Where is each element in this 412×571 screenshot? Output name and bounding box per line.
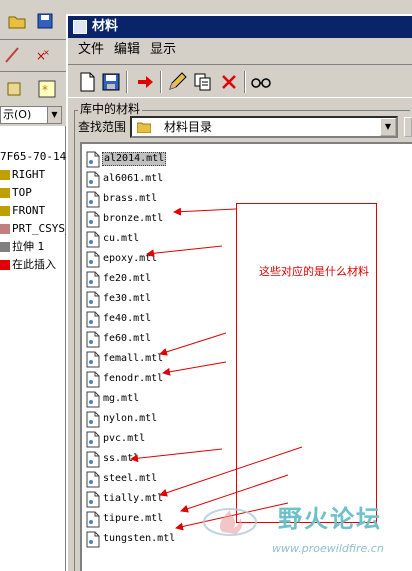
model-tree: 7F65-70-14B RIGHT TOP FRONT PRT_CSYS_ 拉伸… [0,126,73,571]
display-dropdown-label: 示(O) [3,108,32,121]
extrude-icon [0,242,10,252]
coordinate-system-icon [0,224,10,234]
datum-plane-icon [0,206,10,216]
file-item-label: fe40.mtl [103,313,152,324]
file-item-label: steel.mtl [103,473,158,484]
file-document-icon [86,471,100,488]
screenshot: × × * 示(O) ▼ 7F65-70-14B RIGHT TOP FRONT … [0,0,412,571]
file-item-label: ss.mtl [103,453,140,464]
svg-text:×: × [43,48,50,57]
save-icon[interactable] [36,12,54,30]
file-document-icon [86,311,100,328]
file-item-label: fe30.mtl [103,293,152,304]
datum-point-icon[interactable]: ×× [34,46,52,64]
chevron-down-icon[interactable]: ▼ [47,107,61,123]
datum-plane-icon[interactable] [4,46,22,64]
file-document-icon [86,151,100,168]
file-item-label: femall.mtl [103,353,164,364]
look-in-label: 查找范围 [78,120,127,134]
datum-plane-icon [0,170,10,180]
display-dropdown[interactable]: 示(O) ▼ [0,106,62,124]
file-item-label: brass.mtl [103,193,158,204]
file-item-label: tungsten.mtl [103,533,176,544]
file-item-label: fe60.mtl [103,333,152,344]
file-document-icon [86,291,100,308]
flame-logo-icon [203,508,257,536]
tree-item[interactable]: 拉伸 1 [0,238,45,256]
file-document-icon [86,451,100,468]
file-item-label: tipure.mtl [103,513,164,524]
file-item-label: epoxy.mtl [103,253,158,264]
file-item-label: cu.mtl [103,233,140,244]
library-group-label: 库中的材料 [78,102,143,116]
open-folder-icon[interactable] [8,12,26,30]
file-document-icon [86,211,100,228]
layer-tab-icon[interactable] [6,80,24,98]
file-document-icon [86,371,100,388]
annotation-text: 这些对应的是什么材料 [259,265,369,278]
chevron-down-icon[interactable]: ▼ [380,118,396,136]
look-in-select[interactable]: 材料目录 ▼ [130,116,398,138]
tree-item[interactable]: TOP [0,184,32,202]
file-document-icon [86,491,100,508]
file-item-label: fenodr.mtl [103,373,164,384]
tree-item-label: 拉伸 1 [12,240,45,253]
watermark-url: www.proewildfire.cn [272,542,384,555]
file-item-label: al2014.mtl [102,152,167,166]
svg-text:*: * [42,83,48,97]
file-item-label: bronze.mtl [103,213,164,224]
background-toolbar [0,0,70,40]
file-document-icon [86,191,100,208]
annotation-box [236,203,377,523]
tree-item[interactable]: 7F65-70-14B [0,148,73,166]
tree-item[interactable]: RIGHT [0,166,45,184]
file-item-label: mg.mtl [103,393,140,404]
file-document-icon [86,511,100,528]
forum-watermark: 野火论坛 www.proewildfire.cn [200,500,412,571]
file-document-icon [86,391,100,408]
tree-item[interactable]: 在此插入 [0,256,56,274]
file-item-label: al6061.mtl [103,173,164,184]
watermark-title: 野火论坛 [278,505,382,533]
insert-here-arrow-icon [0,260,10,270]
folder-up-button[interactable] [404,117,412,137]
tree-item-label: RIGHT [12,168,46,181]
file-document-icon [86,171,100,188]
file-item-label: pvc.mtl [103,433,146,444]
file-document-icon [86,331,100,348]
file-document-icon [86,431,100,448]
file-document-icon [86,231,100,248]
file-document-icon [86,411,100,428]
file-document-icon [86,531,100,548]
folder-icon [137,122,151,133]
tree-item-label: 7F65-70-14B [0,150,73,163]
file-document-icon [86,351,100,368]
file-document-icon [86,271,100,288]
tree-item-label: PRT_CSYS_ [12,222,72,235]
look-in-value: 材料目录 [164,120,213,134]
tree-item[interactable]: PRT_CSYS_ [0,220,72,238]
file-item-label: tially.mtl [103,493,164,504]
tree-item[interactable]: FRONT [0,202,45,220]
favorites-tab-icon[interactable]: * [38,80,56,98]
tree-item-label: 在此插入 [12,258,56,271]
file-item-label: nylon.mtl [103,413,158,424]
tree-item-label: TOP [12,186,32,199]
background-toolbar-2: × × [0,40,70,72]
background-tabs: * [0,72,70,104]
tree-item-label: FRONT [12,204,46,217]
datum-plane-icon [0,188,10,198]
file-item-label: fe20.mtl [103,273,152,284]
file-document-icon [86,251,100,268]
